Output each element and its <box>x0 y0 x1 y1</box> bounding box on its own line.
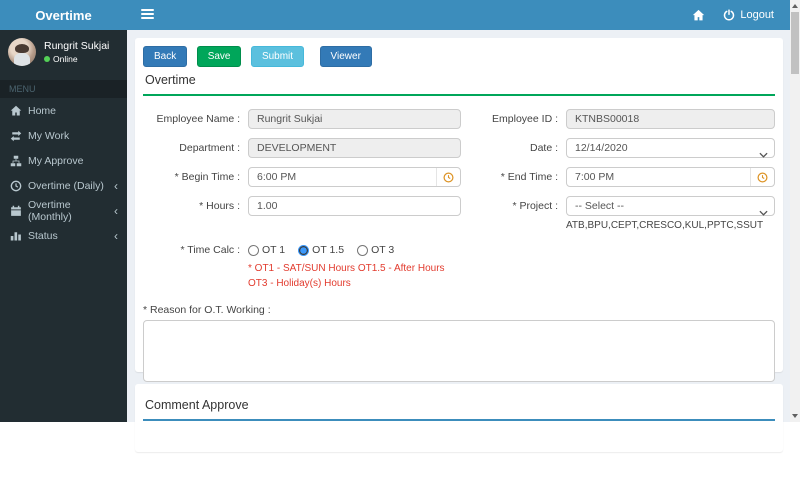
bars-icon <box>141 17 154 19</box>
app-window: Overtime Logout Rungrit Sukjai Online ME… <box>0 0 800 500</box>
clock-icon[interactable] <box>750 168 774 186</box>
time-calc-label: * Time Calc : <box>180 244 240 256</box>
overtime-form: Employee Name : Employee ID : Department… <box>143 109 775 300</box>
menu-header: MENU <box>0 80 127 98</box>
end-time-label: * End Time : <box>500 171 558 183</box>
viewer-button[interactable]: Viewer <box>319 46 372 67</box>
online-dot-icon <box>44 56 50 62</box>
end-time-field[interactable] <box>566 167 775 187</box>
bars-icon <box>141 9 154 11</box>
chevron-down-icon <box>759 145 768 163</box>
begin-time-label: * Begin Time : <box>174 171 240 183</box>
logout-button[interactable]: Logout <box>723 9 774 21</box>
user-status: Online <box>44 54 109 64</box>
save-button[interactable]: Save <box>196 46 242 67</box>
department-label: Department : <box>179 142 240 154</box>
sitemap-icon <box>9 154 22 167</box>
project-label: * Project : <box>512 200 558 212</box>
date-select[interactable] <box>566 138 775 158</box>
app-brand: Overtime <box>0 0 127 30</box>
bars-icon <box>141 13 154 15</box>
scroll-up-arrow-icon[interactable] <box>792 4 798 8</box>
time-calc-note: * OT1 - SAT/SUN Hours OT1.5 - After Hour… <box>248 263 445 289</box>
nav-home-button[interactable] <box>692 9 705 22</box>
sidebar-item-my-approve[interactable]: My Approve <box>0 148 127 173</box>
chevron-left-icon: ‹ <box>114 203 118 218</box>
section-title: Overtime <box>145 73 196 87</box>
sidebar-item-overtime-monthly[interactable]: Overtime (Monthly) ‹ <box>0 198 127 223</box>
content-area: Back Save Submit Viewer Overtime Employe… <box>127 30 790 452</box>
project-select[interactable] <box>566 196 775 216</box>
hours-label: * Hours : <box>199 200 240 212</box>
avatar <box>8 38 36 66</box>
time-calc-option-ot1[interactable]: OT 1 <box>248 244 285 256</box>
sidebar-menu: Home My Work My Approve Overtime (Daily)… <box>0 98 127 248</box>
section-divider <box>143 94 775 96</box>
date-label: Date : <box>529 142 558 154</box>
comment-approve-title: Comment Approve <box>145 398 249 412</box>
sidebar-toggle-button[interactable] <box>141 9 154 21</box>
chevron-left-icon: ‹ <box>114 178 118 193</box>
sidebar-item-status[interactable]: Status ‹ <box>0 223 127 248</box>
user-panel: Rungrit Sukjai Online <box>0 30 127 74</box>
back-button[interactable]: Back <box>143 46 188 67</box>
employee-id-field <box>566 109 775 129</box>
comment-approve-card: Comment Approve <box>135 384 783 452</box>
chevron-down-icon <box>759 203 768 221</box>
time-calc-radio-group: OT 1 OT 1.5 OT 3 <box>248 240 461 260</box>
employee-name-field <box>248 109 461 129</box>
scrollbar-thumb[interactable] <box>791 12 799 74</box>
logout-label: Logout <box>740 9 774 21</box>
reason-textarea[interactable] <box>143 320 775 382</box>
sidebar: Rungrit Sukjai Online MENU Home My Work … <box>0 30 127 422</box>
department-field <box>248 138 461 158</box>
user-name: Rungrit Sukjai <box>44 40 110 52</box>
overtime-card: Back Save Submit Viewer Overtime Employe… <box>135 38 783 382</box>
time-calc-option-ot15[interactable]: OT 1.5 <box>298 244 344 256</box>
sidebar-item-my-work[interactable]: My Work <box>0 123 127 148</box>
clock-icon[interactable] <box>436 168 460 186</box>
scroll-down-arrow-icon[interactable] <box>792 414 798 418</box>
sidebar-item-overtime-daily[interactable]: Overtime (Daily) ‹ <box>0 173 127 198</box>
reason-label: * Reason for O.T. Working : <box>143 304 271 316</box>
home-icon <box>693 9 705 20</box>
exchange-icon <box>9 129 22 142</box>
time-calc-option-ot3[interactable]: OT 3 <box>357 244 394 256</box>
home-icon <box>9 104 22 117</box>
vertical-scrollbar[interactable] <box>790 0 800 422</box>
top-navbar: Overtime Logout <box>0 0 790 30</box>
sidebar-item-home[interactable]: Home <box>0 98 127 123</box>
power-icon <box>724 9 735 21</box>
employee-name-label: Employee Name : <box>156 113 240 125</box>
hours-field[interactable] <box>248 196 461 216</box>
chart-icon <box>9 229 22 242</box>
chevron-left-icon: ‹ <box>114 228 118 243</box>
employee-id-label: Employee ID : <box>492 113 558 125</box>
begin-time-field[interactable] <box>248 167 461 187</box>
calendar-icon <box>9 204 22 217</box>
toolbar: Back Save Submit Viewer <box>143 46 775 67</box>
navbar-right: Logout <box>692 0 774 30</box>
submit-button[interactable]: Submit <box>250 46 305 67</box>
clock-icon <box>9 179 22 192</box>
comment-approve-divider <box>143 419 775 421</box>
project-help-text: ATB,BPU,CEPT,CRESCO,KUL,PPTC,SSUT <box>566 220 764 231</box>
